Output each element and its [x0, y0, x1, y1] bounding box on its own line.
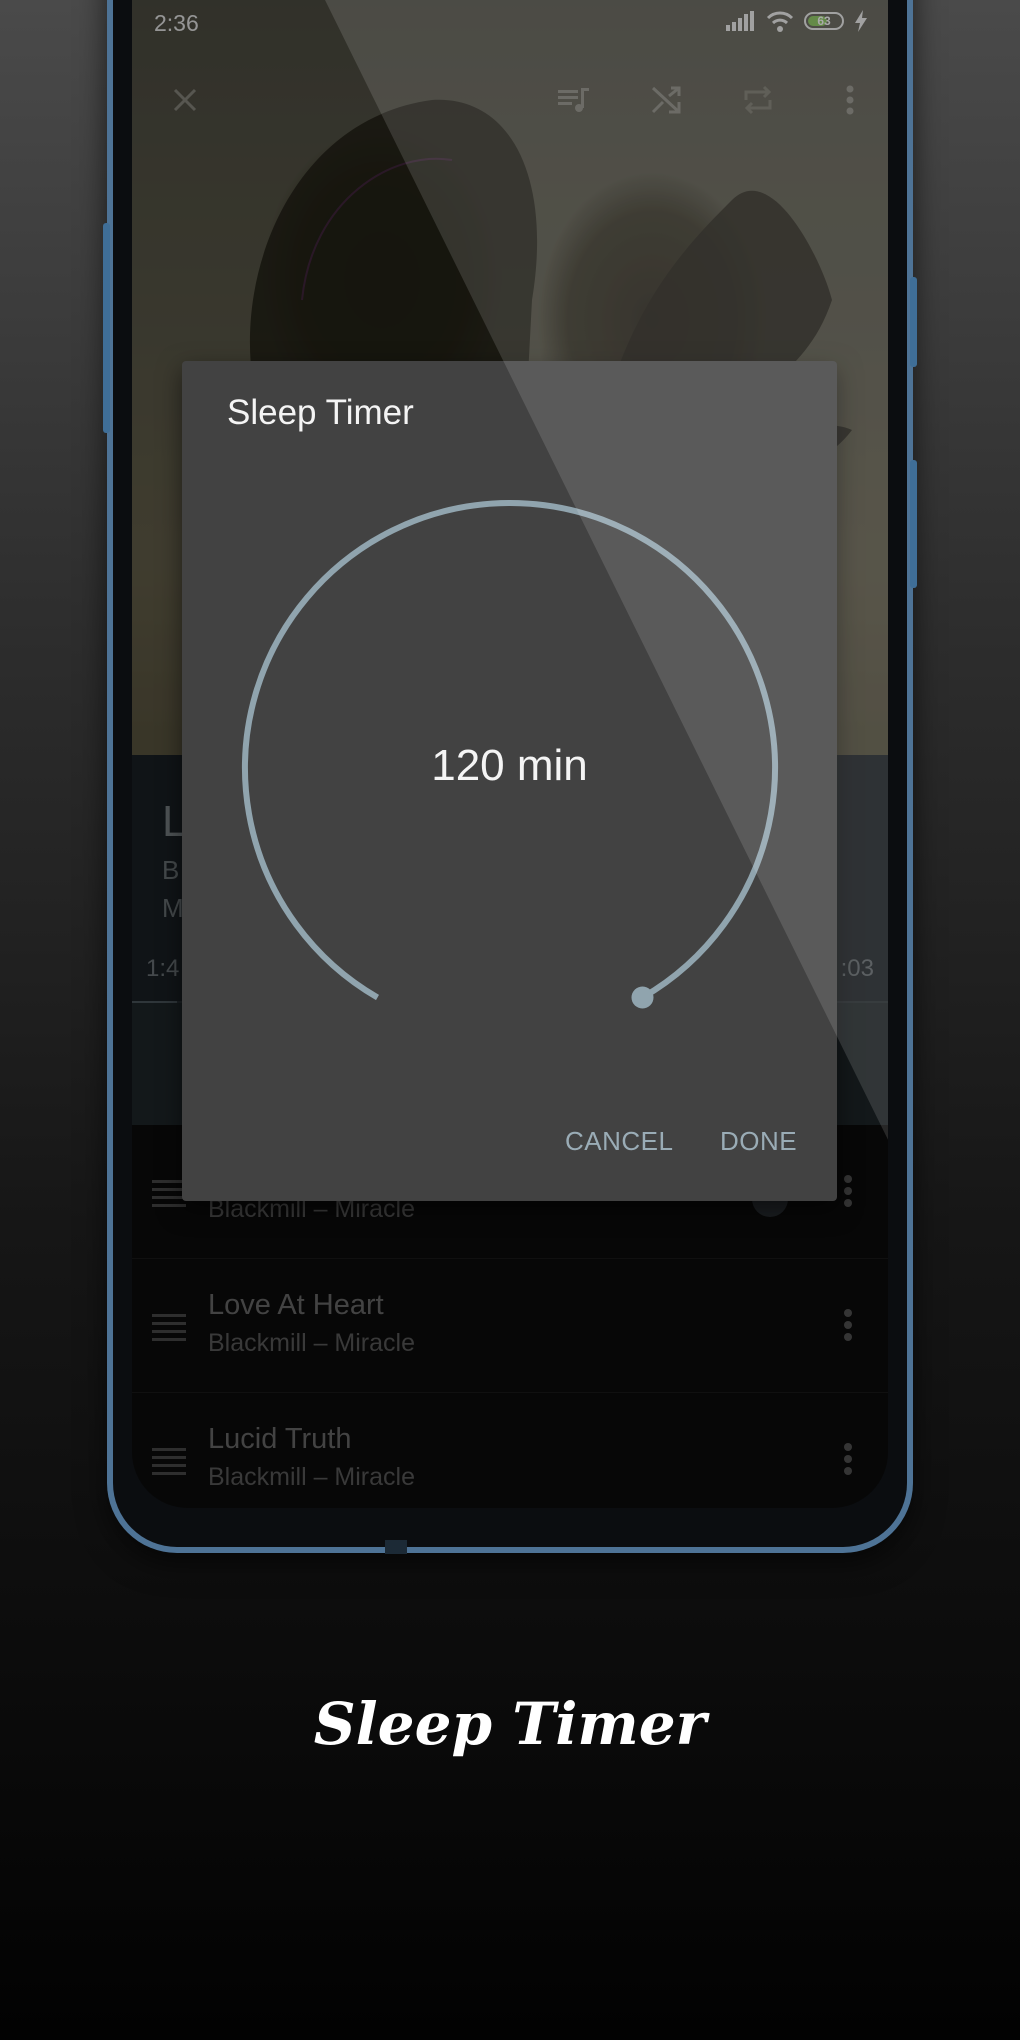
phone-screen: 2:36 63 L B M 1:4:03 Blackmill – Miracl…	[132, 0, 888, 1508]
phone-side-button-left	[103, 223, 110, 433]
cancel-button[interactable]: CANCEL	[565, 1126, 673, 1157]
done-button[interactable]: DONE	[720, 1126, 797, 1157]
sleep-timer-dialog: Sleep Timer 120 min CANCEL DONE	[182, 361, 837, 1201]
phone-volume-up-button	[910, 277, 917, 367]
timer-dial-thumb[interactable]	[631, 986, 654, 1009]
timer-value: 120 min	[431, 741, 588, 790]
promo-caption: Sleep Timer	[313, 1690, 707, 1758]
phone-usb-port	[385, 1540, 407, 1554]
phone-volume-down-button	[910, 460, 917, 588]
